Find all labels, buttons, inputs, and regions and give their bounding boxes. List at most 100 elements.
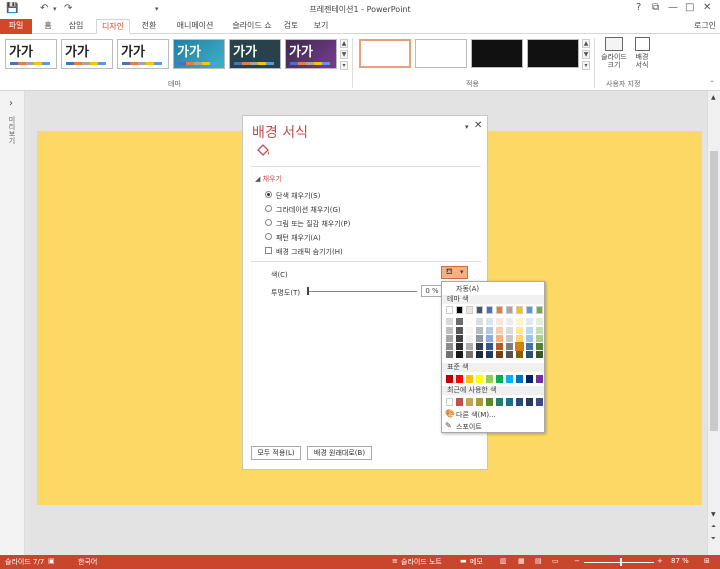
theme-scroll-down-icon[interactable]: ▼ <box>340 50 348 59</box>
fill-bucket-icon[interactable] <box>255 143 271 159</box>
vertical-scrollbar[interactable]: ▲ ▼ ⏶ ⏷ <box>707 91 720 555</box>
theme-color-swatch[interactable] <box>456 318 463 325</box>
thumbnail-pane-label[interactable]: 미리보기 <box>7 116 17 144</box>
spellcheck-icon[interactable]: ▣ <box>48 557 55 565</box>
close-button[interactable]: ✕ <box>703 2 711 13</box>
theme-color-swatch[interactable] <box>476 343 483 350</box>
tab-slideshow[interactable]: 슬라이드 쇼 <box>226 19 278 34</box>
recent-color-swatch[interactable] <box>496 398 503 406</box>
theme-color-swatch[interactable] <box>466 327 473 334</box>
tab-transitions[interactable]: 전환 <box>135 19 163 34</box>
theme-color-swatch[interactable] <box>506 335 513 342</box>
theme-thumbnail[interactable]: 가가 <box>285 39 337 69</box>
theme-color-swatch[interactable] <box>476 318 483 325</box>
notes-button[interactable]: 슬라이드 노트 <box>401 557 442 567</box>
theme-color-swatch[interactable] <box>446 343 453 350</box>
theme-color-swatch[interactable] <box>446 351 453 358</box>
restore-ribbon-icon[interactable]: ⧉ <box>652 2 659 13</box>
theme-color-swatch[interactable] <box>446 335 453 342</box>
theme-color-swatch[interactable] <box>536 318 543 325</box>
transparency-slider-track[interactable] <box>307 291 417 292</box>
theme-color-swatch[interactable] <box>516 318 523 325</box>
theme-color-swatch[interactable] <box>496 306 503 314</box>
transparency-input[interactable]: 0 % <box>421 285 443 297</box>
reading-view-icon[interactable]: ▤ <box>535 557 542 565</box>
fill-section-header[interactable]: ◢ 채우기 <box>255 174 282 184</box>
theme-color-swatch[interactable] <box>526 335 533 342</box>
theme-color-swatch[interactable] <box>456 351 463 358</box>
collapse-ribbon-icon[interactable]: ⌃ <box>708 80 716 89</box>
eyedropper-option[interactable]: 스포이트 <box>456 422 482 432</box>
theme-color-swatch[interactable] <box>536 327 543 334</box>
theme-color-swatch[interactable] <box>536 335 543 342</box>
standard-color-swatch[interactable] <box>456 375 463 383</box>
variant-more-icon[interactable]: ▾ <box>582 61 590 70</box>
theme-color-swatch[interactable] <box>486 343 493 350</box>
theme-color-swatch[interactable] <box>466 335 473 342</box>
standard-color-swatch[interactable] <box>486 375 493 383</box>
recent-color-swatch[interactable] <box>516 398 523 406</box>
standard-color-swatch[interactable] <box>536 375 543 383</box>
theme-color-swatch[interactable] <box>506 318 513 325</box>
scroll-thumb[interactable] <box>710 151 718 431</box>
theme-color-swatch[interactable] <box>476 351 483 358</box>
theme-color-swatch[interactable] <box>456 343 463 350</box>
login-link[interactable]: 로그인 <box>692 19 718 34</box>
standard-color-swatch[interactable] <box>466 375 473 383</box>
theme-color-swatch[interactable] <box>466 343 473 350</box>
theme-color-swatch[interactable] <box>466 318 473 325</box>
theme-color-swatch[interactable] <box>446 327 453 334</box>
theme-color-swatch[interactable] <box>476 335 483 342</box>
theme-color-swatch[interactable] <box>486 335 493 342</box>
standard-color-swatch[interactable] <box>476 375 483 383</box>
expand-pane-icon[interactable]: › <box>9 98 13 109</box>
tab-home[interactable]: 홈 <box>38 19 58 34</box>
apply-to-all-button[interactable]: 모두 적용(L) <box>251 446 301 460</box>
scroll-up-icon[interactable]: ▲ <box>711 94 716 101</box>
variant-thumbnail[interactable] <box>415 39 467 68</box>
auto-color-option[interactable]: 자동(A) <box>456 284 479 294</box>
theme-color-swatch[interactable] <box>506 343 513 350</box>
theme-color-swatch[interactable] <box>466 351 473 358</box>
standard-color-swatch[interactable] <box>526 375 533 383</box>
theme-color-swatch[interactable] <box>536 351 543 358</box>
gradient-fill-radio[interactable] <box>265 205 272 212</box>
theme-color-swatch[interactable] <box>496 351 503 358</box>
reset-background-button[interactable]: 배경 원래대로(B) <box>307 446 372 460</box>
theme-color-swatch[interactable] <box>496 343 503 350</box>
theme-color-swatch[interactable] <box>486 327 493 334</box>
recent-color-swatch[interactable] <box>456 398 463 406</box>
solid-fill-radio[interactable] <box>265 191 272 198</box>
theme-thumbnail[interactable]: 가가 <box>5 39 57 69</box>
language-indicator[interactable]: 한국어 <box>78 557 97 567</box>
recent-color-swatch[interactable] <box>506 398 513 406</box>
zoom-level[interactable]: 87 % <box>671 557 689 565</box>
theme-color-swatch[interactable] <box>506 327 513 334</box>
variant-scroll-up-icon[interactable]: ▲ <box>582 39 590 48</box>
variant-thumbnail[interactable] <box>527 39 579 68</box>
recent-color-swatch[interactable] <box>486 398 493 406</box>
theme-color-swatch[interactable] <box>496 318 503 325</box>
theme-thumbnail[interactable]: 가가 <box>117 39 169 69</box>
theme-color-swatch[interactable] <box>526 343 533 350</box>
standard-color-swatch[interactable] <box>506 375 513 383</box>
theme-color-swatch[interactable] <box>516 335 523 342</box>
theme-color-swatch[interactable] <box>486 318 493 325</box>
theme-thumbnail[interactable]: 가가 <box>61 39 113 69</box>
minimize-button[interactable]: — <box>668 2 678 13</box>
theme-color-swatch[interactable] <box>456 335 463 342</box>
transparency-slider-thumb[interactable] <box>307 287 309 295</box>
prev-slide-icon[interactable]: ⏶ <box>711 523 716 531</box>
slide-sorter-icon[interactable]: ▦ <box>518 557 525 565</box>
recent-color-swatch[interactable] <box>466 398 473 406</box>
theme-color-swatch[interactable] <box>486 306 493 314</box>
theme-color-swatch[interactable] <box>476 327 483 334</box>
pane-close-icon[interactable]: ✕ <box>474 120 482 131</box>
theme-color-swatch[interactable] <box>506 351 513 358</box>
comments-button[interactable]: 메모 <box>470 557 483 567</box>
theme-color-swatch[interactable] <box>536 343 543 350</box>
theme-color-swatch[interactable] <box>456 327 463 334</box>
slideshow-icon[interactable]: ▭ <box>552 557 559 565</box>
theme-color-swatch[interactable] <box>456 306 463 314</box>
tab-design[interactable]: 디자인 <box>96 19 130 34</box>
